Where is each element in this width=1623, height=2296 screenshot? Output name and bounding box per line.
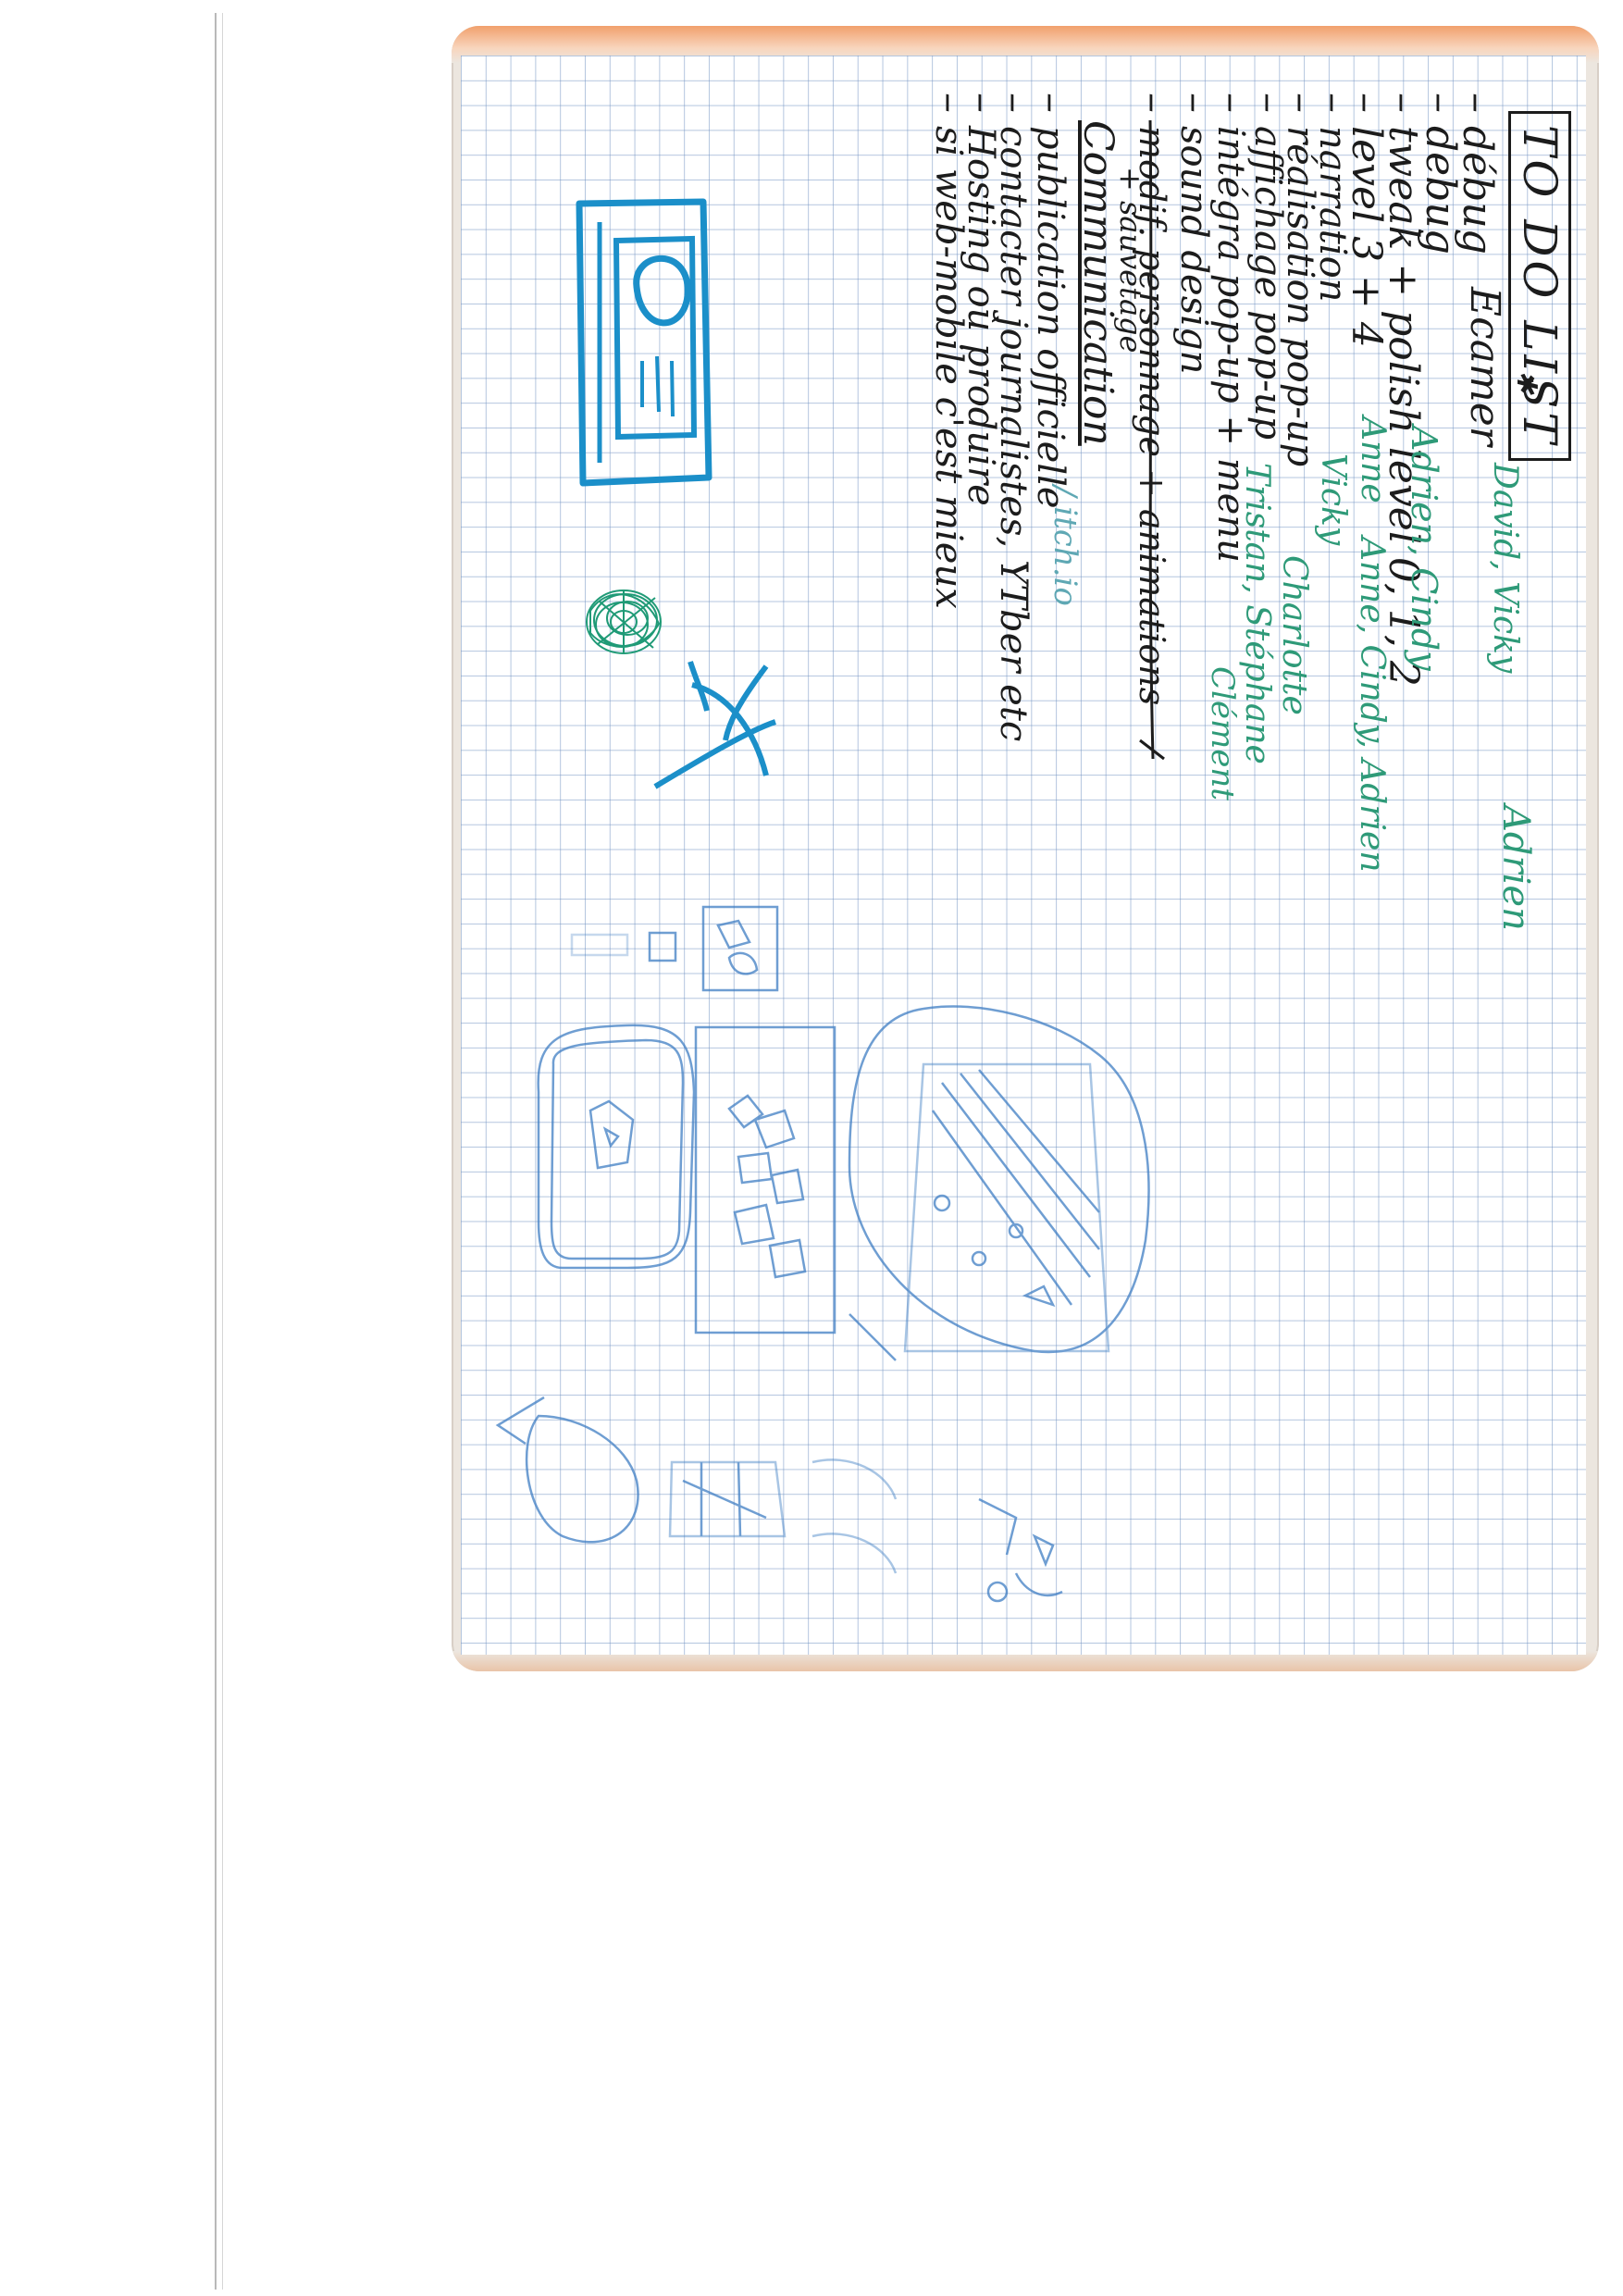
notebook-page: TO DO LIST ✱ – débug – debug – tweak + p… — [452, 26, 1599, 1671]
scan-margin-line — [215, 13, 217, 2290]
grid-paper: TO DO LIST ✱ – débug – debug – tweak + p… — [461, 56, 1586, 1655]
pencil-sketches — [495, 905, 1150, 1603]
scan-margin-line-2 — [222, 13, 223, 2290]
